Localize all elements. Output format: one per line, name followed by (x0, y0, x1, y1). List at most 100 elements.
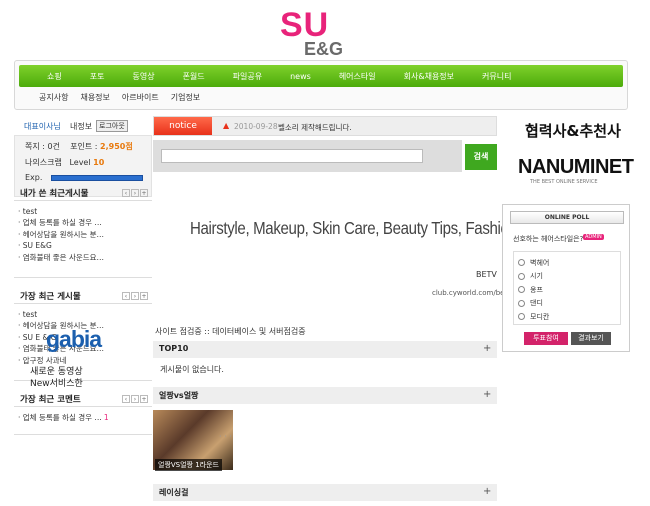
admin-badge: ADMIN (583, 234, 604, 240)
list-item[interactable]: SU E&G (18, 240, 104, 251)
results-button[interactable]: 결과보기 (571, 332, 611, 345)
divider (14, 277, 152, 278)
username: 대표이사님 (24, 122, 61, 131)
poll-option[interactable]: 댄디 (518, 297, 616, 311)
my-posts-title: 내가 쓴 최근게시물 (20, 189, 89, 199)
radio-icon[interactable] (518, 299, 525, 307)
gabia-tagline[interactable]: 새로운 동영상 New서비스한 (30, 366, 83, 390)
gabia-logo[interactable]: gabia (46, 326, 102, 353)
logout-button[interactable]: 로그아웃 (96, 120, 128, 132)
plus-icon[interactable]: + (140, 292, 148, 300)
nanuminet-logo[interactable]: NANUMINET (518, 156, 634, 179)
divider (14, 200, 152, 201)
option-label: 시기 (530, 272, 543, 281)
nav-item-shopping[interactable]: 쇼핑 (47, 71, 62, 82)
photo-caption[interactable]: 얼짱VS얼짱 1라운드 (155, 459, 222, 471)
comment-text: 업체 등록를 하실 경우 … (22, 413, 102, 422)
nav-item-news[interactable]: news (290, 72, 311, 81)
radio-icon[interactable] (518, 286, 525, 294)
stats-row-level: 나의스크랩 Level 10 (25, 157, 104, 168)
exp-progress-bar (51, 175, 143, 181)
nav-item-phoneworld[interactable]: 폰월드 (183, 71, 205, 82)
subnav-item-notice[interactable]: 공지사항 (39, 92, 68, 103)
nav-item-community[interactable]: 커뮤니티 (482, 71, 511, 82)
partner-title: 협력사&추천사 (525, 122, 621, 140)
notice-bar: notice ▲ 2010-09-28 벨소리 제작해드립니다. (153, 116, 497, 136)
notice-tag[interactable]: notice (154, 117, 212, 135)
list-item[interactable]: 업체 등록를 하실 경우 … (18, 217, 104, 228)
subnav-item-company-info[interactable]: 기업정보 (171, 92, 200, 103)
poll-option[interactable]: 시기 (518, 270, 616, 284)
poll-option[interactable]: 모디칸 (518, 310, 616, 324)
divider (14, 406, 152, 407)
scrap-link[interactable]: 나의스크랩 (25, 158, 62, 167)
gabia-tagline-line2: New서비스한 (30, 379, 83, 389)
section-title[interactable]: 얼짱vs얼짱 (159, 390, 198, 401)
nav-item-video[interactable]: 동영상 (132, 71, 154, 82)
search-panel (153, 140, 462, 172)
list-item[interactable]: 압구정 사과네 (18, 355, 104, 366)
vote-button[interactable]: 투표참여 (524, 332, 568, 345)
radio-icon[interactable] (518, 259, 525, 267)
prev-icon[interactable]: ‹ (122, 292, 130, 300)
search-input[interactable] (161, 149, 423, 163)
notes-label: 쪽지 : (25, 142, 45, 151)
site-logo[interactable]: SU E&G (276, 8, 372, 60)
main-menu-bar: 쇼핑 포토 동영상 폰월드 파일공유 news 헤어스타일 회사&채용정보 커뮤… (19, 65, 623, 87)
nav-item-fileshare[interactable]: 파일공유 (233, 71, 262, 82)
my-info-link[interactable]: 내정보 (70, 121, 92, 132)
prev-icon[interactable]: ‹ (122, 395, 130, 403)
next-icon[interactable]: › (131, 189, 139, 197)
stats-row-notes-points: 쪽지 : 0건 포인트 : 2,950점 (25, 141, 133, 152)
poll-options: 벽헤어 시기 옹프 댄디 모디칸 (513, 251, 621, 325)
warning-icon: ▲ (223, 121, 230, 130)
section-title[interactable]: 레이싱걸 (159, 487, 188, 498)
banner-brand: BETV (476, 270, 497, 279)
prev-icon[interactable]: ‹ (122, 189, 130, 197)
recent-comments-pager: ‹ › + (122, 395, 149, 403)
banner-url[interactable]: club.cyworld.com/betv (432, 289, 511, 297)
list-item[interactable]: test (18, 309, 104, 320)
list-item[interactable]: 염화불태 좋은 사운드요… (18, 252, 104, 263)
list-item[interactable]: 업체 등록를 하실 경우 …1 (18, 412, 109, 423)
nav-item-photo[interactable]: 포토 (90, 71, 105, 82)
nav-item-company[interactable]: 회사&채용정보 (404, 71, 454, 82)
plus-icon[interactable]: + (140, 395, 148, 403)
nav-item-hairstyle[interactable]: 헤어스타일 (339, 71, 376, 82)
recent-comments-title: 가장 최근 코멘트 (20, 395, 81, 405)
recent-comments-list: 업체 등록를 하실 경우 …1 (18, 412, 109, 423)
divider (14, 303, 152, 304)
section-title[interactable]: TOP10 (159, 344, 188, 353)
list-item[interactable]: test (18, 206, 104, 217)
poll-option[interactable]: 벽헤어 (518, 256, 616, 270)
poll-option[interactable]: 옹프 (518, 283, 616, 297)
notes-value[interactable]: 0건 (48, 142, 60, 151)
maintenance-message: 사이트 점검중 :: 데이터베이스 및 서버점검중 (155, 327, 306, 336)
notice-link[interactable]: 벨소리 제작해드립니다. (278, 122, 352, 133)
recent-posts-pager: ‹ › + (122, 292, 149, 300)
radio-icon[interactable] (518, 272, 525, 280)
user-info-row: 대표이사님 내정보 로그아웃 (14, 118, 152, 134)
level-value: 10 (93, 158, 105, 167)
next-icon[interactable]: › (131, 292, 139, 300)
notice-date: 2010-09-28 (234, 122, 278, 131)
plus-icon[interactable]: + (483, 343, 491, 354)
sub-menu-bar: 공지사항 채용정보 아르바이트 기업정보 (39, 92, 212, 103)
next-icon[interactable]: › (131, 395, 139, 403)
my-posts-pager: ‹ › + (122, 189, 149, 197)
my-posts-list: test 업체 등록를 하실 경우 … 헤어상담을 원하시는 분… SU E&G… (18, 206, 104, 263)
option-label: 모디칸 (530, 312, 550, 321)
level-label: Level (69, 158, 91, 167)
banner-headline[interactable]: Hairstyle, Makeup, Skin Care, Beauty Tip… (190, 218, 517, 239)
list-item[interactable]: 헤어상담을 원하시는 분… (18, 229, 104, 240)
plus-icon[interactable]: + (483, 486, 491, 497)
plus-icon[interactable]: + (140, 189, 148, 197)
search-button[interactable]: 검색 (465, 144, 497, 170)
subnav-item-jobs[interactable]: 채용정보 (80, 92, 109, 103)
plus-icon[interactable]: + (483, 389, 491, 400)
comment-count: 1 (103, 413, 109, 422)
gabia-tagline-line1: 새로운 동영상 (30, 367, 83, 377)
subnav-item-parttime[interactable]: 아르바이트 (122, 92, 159, 103)
empty-message: 게시물이 없습니다. (160, 365, 224, 374)
radio-icon[interactable] (518, 313, 525, 321)
